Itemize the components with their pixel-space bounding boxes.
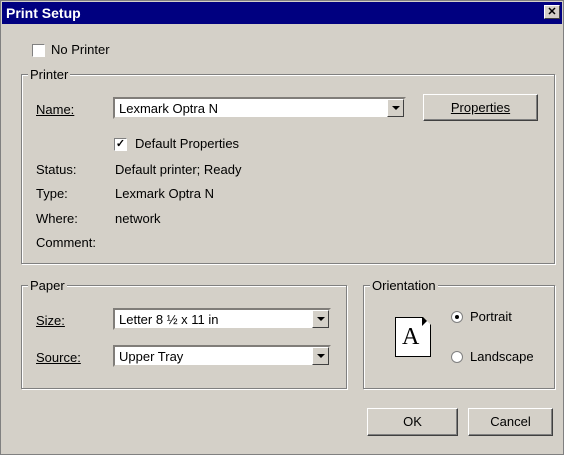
where-label: Where: xyxy=(36,211,78,226)
ok-button[interactable]: OK xyxy=(367,408,458,436)
orientation-group xyxy=(363,285,555,389)
type-label: Type: xyxy=(36,186,68,201)
printer-name-dropdown[interactable]: Lexmark Optra N xyxy=(113,97,406,119)
no-printer-checkbox[interactable] xyxy=(32,44,45,57)
printer-group-legend: Printer xyxy=(28,67,71,82)
chevron-down-icon[interactable] xyxy=(387,99,404,117)
status-label: Status: xyxy=(36,162,77,177)
default-properties-label[interactable]: Default Properties xyxy=(135,136,239,151)
portrait-label[interactable]: Portrait xyxy=(470,309,512,324)
landscape-radio[interactable] xyxy=(451,351,463,363)
source-label: Source: xyxy=(36,350,81,365)
status-value: Default printer; Ready xyxy=(115,162,242,177)
check-icon: ✓ xyxy=(115,138,126,150)
window-title: Print Setup xyxy=(6,5,81,21)
paper-group xyxy=(21,285,347,389)
where-value: network xyxy=(115,211,161,226)
properties-button[interactable]: Properties xyxy=(423,94,538,121)
paper-source-value: Upper Tray xyxy=(119,349,184,364)
chevron-down-icon[interactable] xyxy=(312,310,329,328)
orientation-group-legend: Orientation xyxy=(370,278,438,293)
no-printer-label[interactable]: No Printer xyxy=(51,42,110,57)
portrait-page-icon: A xyxy=(395,317,431,357)
name-label: Name: xyxy=(36,102,75,117)
portrait-radio[interactable] xyxy=(451,311,463,323)
printer-name-value: Lexmark Optra N xyxy=(119,101,218,116)
paper-source-dropdown[interactable]: Upper Tray xyxy=(113,345,331,367)
page-fold-corner xyxy=(423,317,431,325)
type-value: Lexmark Optra N xyxy=(115,186,214,201)
paper-group-legend: Paper xyxy=(28,278,67,293)
title-bar[interactable]: Print Setup ✕ xyxy=(2,2,562,24)
page-letter-icon: A xyxy=(402,324,420,350)
default-properties-checkbox[interactable]: ✓ xyxy=(114,138,127,151)
print-setup-dialog: Print Setup ✕ No Printer Printer Name: L… xyxy=(0,0,564,455)
comment-label: Comment: xyxy=(36,235,96,250)
cancel-button[interactable]: Cancel xyxy=(468,408,553,436)
size-label: Size: xyxy=(36,313,65,328)
close-icon: ✕ xyxy=(547,6,557,18)
paper-size-dropdown[interactable]: Letter 8 ½ x 11 in xyxy=(113,308,331,330)
chevron-down-icon[interactable] xyxy=(312,347,329,365)
landscape-label[interactable]: Landscape xyxy=(470,349,534,364)
close-button[interactable]: ✕ xyxy=(544,5,560,19)
paper-size-value: Letter 8 ½ x 11 in xyxy=(119,312,219,327)
